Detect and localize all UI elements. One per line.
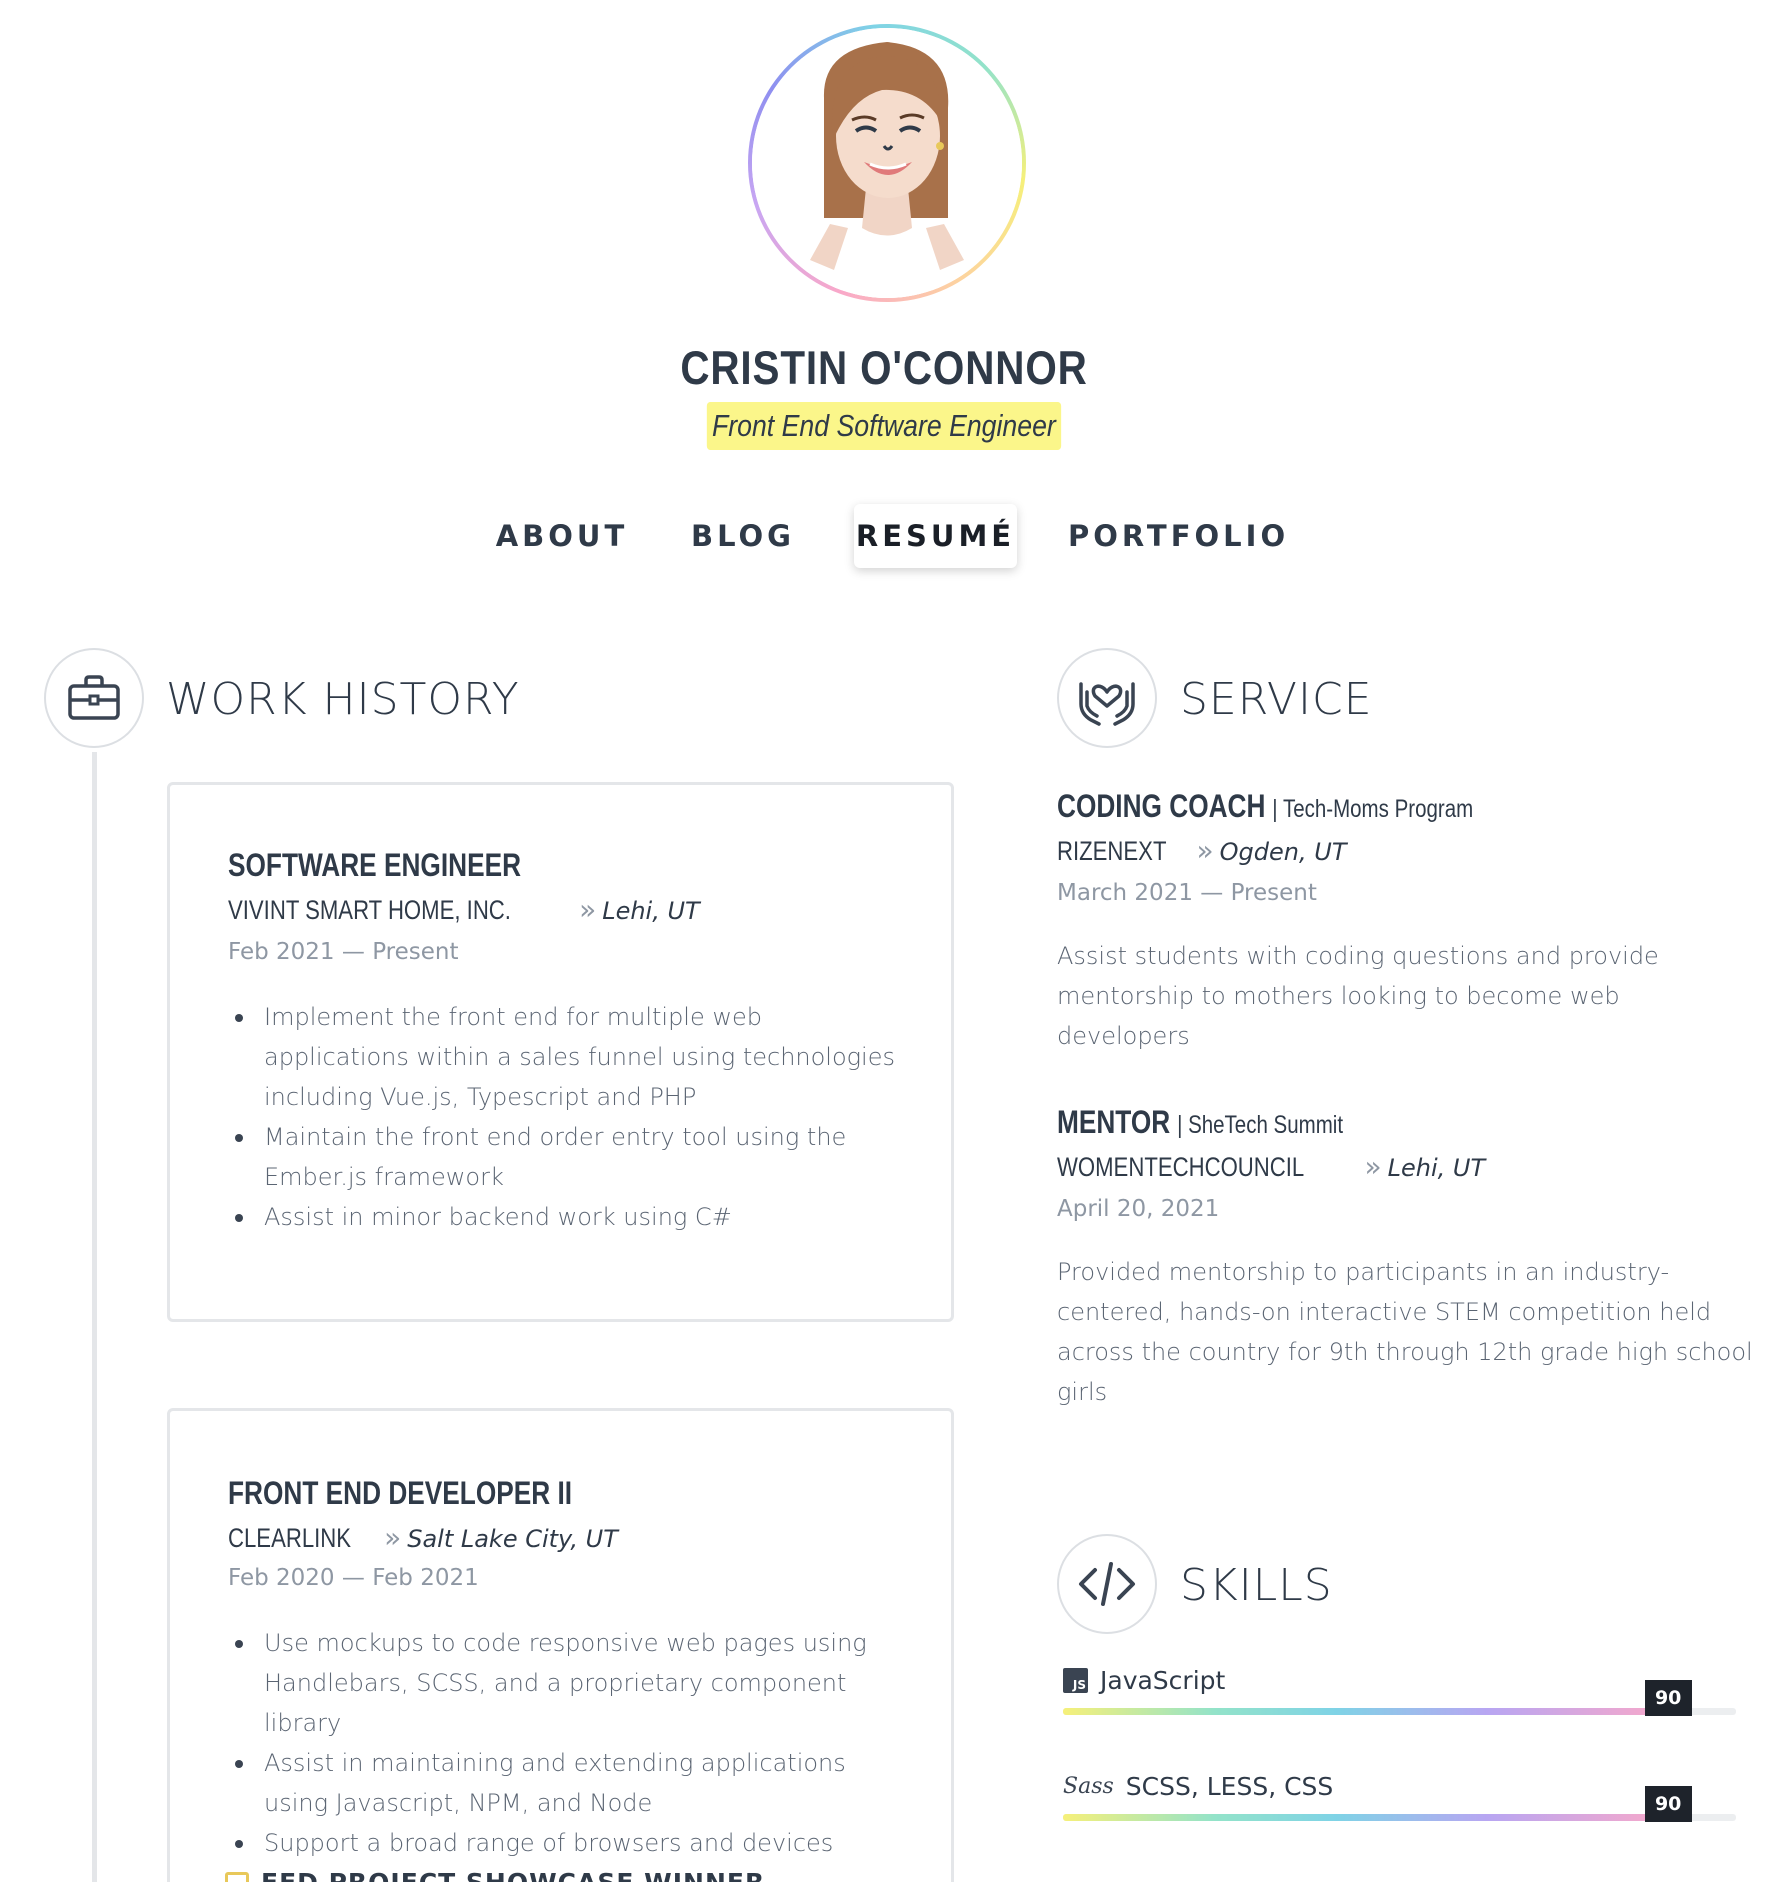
section-title-service: SERVICE (1180, 674, 1373, 725)
job-dates: Feb 2021 — Present (228, 939, 459, 965)
service-date: March 2021 — Present (1057, 880, 1317, 906)
tagline: Front End Software Engineer (706, 402, 1062, 450)
list-item: Support a broad range of browsers and de… (228, 1823, 911, 1863)
js-icon: JS (1063, 1668, 1088, 1693)
job-company-line: VIVINT SMART HOME, INC. » Lehi, UT (228, 893, 700, 926)
service-org-line: RIZENEXT » Ogden, UT (1057, 834, 1346, 867)
nav-portfolio[interactable]: PORTFOLIO (1068, 504, 1285, 568)
award-label: FED PROJECT SHOWCASE WINNER (261, 1868, 765, 1882)
service-role-title: MENTOR (1057, 1104, 1171, 1140)
section-title-skills: SKILLS (1180, 1560, 1333, 1611)
service-org: WOMENTECHCOUNCIL (1057, 1152, 1305, 1182)
service-org: RIZENEXT (1057, 836, 1167, 866)
service-org-line: WOMENTECHCOUNCIL » Lehi, UT (1057, 1150, 1485, 1183)
chevron-double-right-icon: » (1196, 834, 1214, 867)
service-location: Lehi, UT (1387, 1154, 1486, 1182)
service-description: Provided mentorship to participants in a… (1057, 1258, 1753, 1406)
service-role: CODING COACH | Tech-Moms Program (1057, 788, 1473, 825)
skill-track (1063, 1814, 1736, 1821)
job-company: VIVINT SMART HOME, INC. (228, 895, 511, 925)
job-title: SOFTWARE ENGINEER (228, 847, 522, 883)
job-company: CLEARLINK (228, 1523, 352, 1553)
job-company-line: CLEARLINK » Salt Lake City, UT (228, 1521, 618, 1554)
code-icon (1057, 1534, 1157, 1634)
nav-blog[interactable]: BLOG (690, 504, 796, 568)
job-card: FRONT END DEVELOPER II CLEARLINK » Salt La… (167, 1408, 954, 1882)
sass-icon: Sass (1063, 1774, 1114, 1799)
list-item: Implement the front end for multiple web… (228, 997, 911, 1117)
job-location: Salt Lake City, UT (407, 1525, 618, 1553)
briefcase-icon (44, 648, 144, 748)
job-title: FRONT END DEVELOPER II (228, 1475, 573, 1511)
service-program: | SheTech Summit (1177, 1111, 1344, 1139)
job-location: Lehi, UT (602, 897, 700, 925)
award-line: FED PROJECT SHOWCASE WINNER (225, 1868, 765, 1882)
list-item: Maintain the front end order entry tool … (228, 1117, 911, 1197)
skill-row: Sass SCSS, LESS, CSS 90 (1063, 1772, 1736, 1832)
list-item: Assist in maintaining and extending appl… (228, 1743, 911, 1823)
timeline-line (92, 752, 97, 1882)
skill-fill (1063, 1708, 1669, 1715)
list-item: Assist in minor backend work using C# (228, 1197, 911, 1237)
chevron-double-right-icon: » (384, 1521, 402, 1554)
skill-fill (1063, 1814, 1669, 1821)
skill-name: SCSS, LESS, CSS (1125, 1772, 1334, 1801)
nav-about[interactable]: ABOUT (492, 504, 632, 568)
skill-level-badge: 90 (1644, 1786, 1692, 1822)
section-title-work: WORK HISTORY (166, 674, 520, 725)
skill-row: JS JavaScript 90 (1063, 1666, 1736, 1726)
chevron-double-right-icon: » (1364, 1150, 1382, 1183)
page-title: CRISTIN O'CONNOR (680, 341, 1088, 394)
main-nav: ABOUT BLOG RESUMÉ PORTFOLIO (0, 504, 1768, 568)
skill-track (1063, 1708, 1736, 1715)
service-description: Assist students with coding questions an… (1057, 942, 1659, 1050)
heart-hands-icon (1057, 648, 1157, 748)
trophy-icon (225, 1871, 249, 1882)
avatar-illustration-icon (752, 28, 1022, 298)
avatar (748, 24, 1026, 302)
service-role: MENTOR | SheTech Summit (1057, 1104, 1343, 1141)
skill-level-badge: 90 (1644, 1680, 1692, 1716)
skill-name: JavaScript (1100, 1666, 1226, 1695)
service-role-title: CODING COACH (1057, 788, 1266, 824)
job-card: SOFTWARE ENGINEER VIVINT SMART HOME, INC… (167, 782, 954, 1322)
job-bullets: Use mockups to code responsive web pages… (228, 1623, 911, 1863)
list-item: Use mockups to code responsive web pages… (228, 1623, 911, 1743)
service-date: April 20, 2021 (1057, 1196, 1220, 1222)
job-bullets: Implement the front end for multiple web… (228, 997, 911, 1237)
service-program: | Tech-Moms Program (1272, 795, 1474, 823)
service-location: Ogden, UT (1219, 838, 1347, 866)
job-dates: Feb 2020 — Feb 2021 (228, 1565, 479, 1591)
nav-resume[interactable]: RESUMÉ (854, 504, 1017, 568)
chevron-double-right-icon: » (579, 893, 597, 926)
